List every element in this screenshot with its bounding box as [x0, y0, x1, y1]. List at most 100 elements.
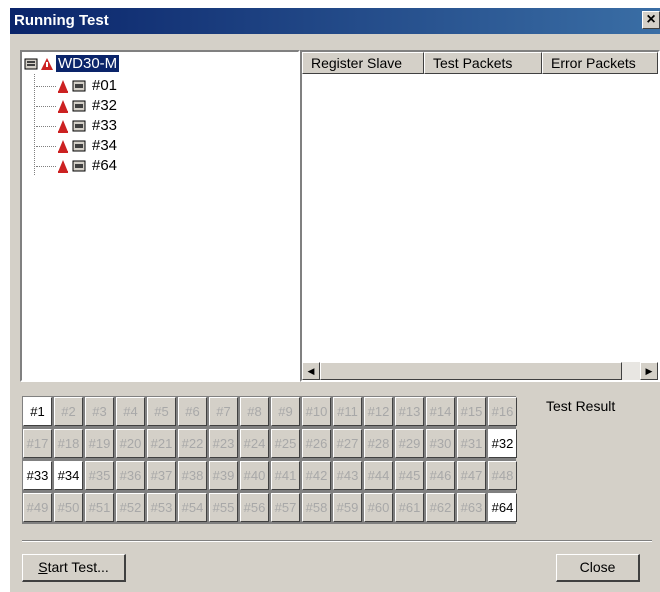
slave-grid: #1 #2 #3 #4 #5 #6 #7 #8 #9 #10 #11 #12 #13 #14 #15 #16 #… — [22, 396, 517, 524]
slave-cell[interactable]: #30 — [426, 429, 455, 458]
slave-cell[interactable]: #54 — [178, 493, 207, 522]
tree-item-label: #34 — [92, 137, 118, 154]
slave-cell[interactable]: #29 — [395, 429, 424, 458]
node-icon — [72, 120, 86, 132]
slave-cell[interactable]: #9 — [271, 397, 300, 426]
title-bar[interactable]: Running Test × — [10, 8, 660, 34]
slave-cell[interactable]: #5 — [147, 397, 176, 426]
slave-cell[interactable]: #58 — [302, 493, 331, 522]
slave-cell[interactable]: #49 — [23, 493, 52, 522]
slave-cell[interactable]: #38 — [178, 461, 207, 490]
slave-cell[interactable]: #25 — [271, 429, 300, 458]
slave-cell[interactable]: #13 — [395, 397, 424, 426]
slave-cell[interactable]: #64 — [488, 493, 517, 522]
slave-cell[interactable]: #59 — [333, 493, 362, 522]
node-icon — [72, 100, 86, 112]
window-title: Running Test — [14, 12, 109, 29]
slave-cell[interactable]: #33 — [23, 461, 52, 490]
horizontal-scrollbar[interactable]: ◀ ▶ — [302, 362, 658, 380]
slave-cell[interactable]: #6 — [178, 397, 207, 426]
slave-cell[interactable]: #4 — [116, 397, 145, 426]
slave-tree[interactable]: WD30-M #01 #32 #33 #34 #64 — [20, 50, 300, 382]
slave-cell[interactable]: #34 — [54, 461, 83, 490]
slave-cell[interactable]: #45 — [395, 461, 424, 490]
slave-cell[interactable]: #26 — [302, 429, 331, 458]
slave-cell[interactable]: #42 — [302, 461, 331, 490]
slave-cell[interactable]: #62 — [426, 493, 455, 522]
cone-icon — [58, 120, 68, 133]
slave-cell[interactable]: #44 — [364, 461, 393, 490]
slave-cell[interactable]: #15 — [457, 397, 486, 426]
slave-cell[interactable]: #21 — [147, 429, 176, 458]
slave-cell[interactable]: #2 — [54, 397, 83, 426]
slave-cell[interactable]: #10 — [302, 397, 331, 426]
slave-cell[interactable]: #12 — [364, 397, 393, 426]
slave-cell[interactable]: #61 — [395, 493, 424, 522]
slave-cell[interactable]: #31 — [457, 429, 486, 458]
slave-cell[interactable]: #57 — [271, 493, 300, 522]
node-icon — [72, 80, 86, 92]
slave-cell[interactable]: #63 — [457, 493, 486, 522]
separator — [22, 540, 652, 542]
slave-cell[interactable]: #43 — [333, 461, 362, 490]
running-test-dialog: Running Test × WD30-M #01 #32 #33 #34 #6… — [10, 8, 660, 592]
node-icon — [72, 140, 86, 152]
slave-cell[interactable]: #11 — [333, 397, 362, 426]
slave-cell[interactable]: #27 — [333, 429, 362, 458]
result-list[interactable]: Register Slave Test Packets Error Packet… — [300, 50, 660, 382]
slave-cell[interactable]: #40 — [240, 461, 269, 490]
tree-item-label: #01 — [92, 77, 118, 94]
slave-cell[interactable]: #41 — [271, 461, 300, 490]
slave-cell[interactable]: #52 — [116, 493, 145, 522]
slave-cell[interactable]: #16 — [488, 397, 517, 426]
slave-cell[interactable]: #24 — [240, 429, 269, 458]
slave-cell[interactable]: #37 — [147, 461, 176, 490]
slave-cell[interactable]: #14 — [426, 397, 455, 426]
warning-icon — [41, 58, 53, 70]
slave-cell[interactable]: #56 — [240, 493, 269, 522]
close-icon[interactable]: × — [642, 11, 660, 29]
test-result-label: Test Result — [546, 398, 616, 414]
slave-cell[interactable]: #51 — [85, 493, 114, 522]
slave-cell[interactable]: #47 — [457, 461, 486, 490]
cone-icon — [58, 160, 68, 173]
slave-cell[interactable]: #53 — [147, 493, 176, 522]
tree-item-label: #33 — [92, 117, 118, 134]
slave-cell[interactable]: #7 — [209, 397, 238, 426]
slave-cell[interactable]: #17 — [23, 429, 52, 458]
node-icon — [72, 160, 86, 172]
slave-cell[interactable]: #50 — [54, 493, 83, 522]
slave-cell[interactable]: #35 — [85, 461, 114, 490]
close-button[interactable]: Close — [556, 554, 640, 582]
slave-cell[interactable]: #39 — [209, 461, 238, 490]
scroll-left-icon[interactable]: ◀ — [302, 362, 320, 380]
cone-icon — [58, 80, 68, 93]
slave-cell[interactable]: #36 — [116, 461, 145, 490]
column-register-slave[interactable]: Register Slave — [302, 52, 424, 74]
slave-cell[interactable]: #23 — [209, 429, 238, 458]
slave-cell[interactable]: #3 — [85, 397, 114, 426]
column-test-packets[interactable]: Test Packets — [424, 52, 542, 74]
slave-cell[interactable]: #1 — [23, 397, 52, 426]
scroll-right-icon[interactable]: ▶ — [640, 362, 658, 380]
tree-item-label: #64 — [92, 157, 118, 174]
slave-cell[interactable]: #8 — [240, 397, 269, 426]
slave-cell[interactable]: #28 — [364, 429, 393, 458]
slave-cell[interactable]: #60 — [364, 493, 393, 522]
tree-root-label: WD30-M — [56, 55, 120, 72]
slave-cell[interactable]: #32 — [488, 429, 517, 458]
tree-item-label: #32 — [92, 97, 118, 114]
slave-cell[interactable]: #55 — [209, 493, 238, 522]
slave-cell[interactable]: #20 — [116, 429, 145, 458]
slave-cell[interactable]: #48 — [488, 461, 517, 490]
scroll-thumb[interactable] — [320, 362, 622, 380]
device-icon — [24, 58, 38, 70]
cone-icon — [58, 140, 68, 153]
cone-icon — [58, 100, 68, 113]
start-test-button[interactable]: Start Test... — [22, 554, 126, 582]
slave-cell[interactable]: #22 — [178, 429, 207, 458]
slave-cell[interactable]: #19 — [85, 429, 114, 458]
slave-cell[interactable]: #46 — [426, 461, 455, 490]
column-error-packets[interactable]: Error Packets — [542, 52, 658, 74]
slave-cell[interactable]: #18 — [54, 429, 83, 458]
